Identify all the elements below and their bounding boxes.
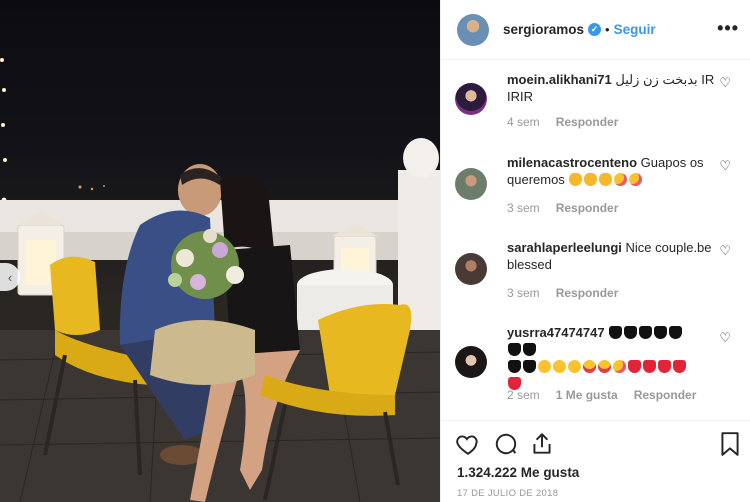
- like-comment-heart-icon[interactable]: ♡: [719, 75, 731, 91]
- comment-avatar[interactable]: [455, 83, 487, 115]
- comment-avatar[interactable]: [455, 168, 487, 200]
- reply-button[interactable]: Responder: [556, 286, 619, 300]
- comment-username[interactable]: milenacastrocenteno: [507, 155, 637, 170]
- comment-username[interactable]: yusrra47474747: [507, 325, 605, 340]
- more-options-icon[interactable]: •••: [717, 18, 739, 39]
- comment-meta: 3 sem Responder: [507, 201, 618, 215]
- heart-icon[interactable]: [455, 431, 481, 457]
- comment-text: moein.alikhani71 بدبخت زن زلیل IR IRIR: [507, 71, 717, 105]
- comment-likes[interactable]: 1 Me gusta: [556, 388, 618, 402]
- post-sidebar: sergioramos ✓ • Seguir ••• moein.alikhan…: [440, 0, 750, 502]
- comment-username[interactable]: moein.alikhani71: [507, 72, 612, 87]
- comment-text: milenacastrocenteno Guapos os queremos: [507, 154, 717, 188]
- bookmark-icon[interactable]: [719, 431, 741, 457]
- clap-emoji-icon: [568, 172, 643, 187]
- comment-age: 3 sem: [507, 286, 540, 300]
- comment-text: yusrra47474747: [507, 324, 697, 392]
- comment-meta: 2 sem 1 Me gusta Responder: [507, 388, 696, 402]
- post-date[interactable]: 17 DE JULIO DE 2018: [457, 488, 558, 499]
- header-separator: •: [605, 22, 610, 37]
- post-photo[interactable]: ‹: [0, 0, 440, 502]
- author-username[interactable]: sergioramos: [503, 22, 584, 37]
- photo-scene: [0, 58, 440, 502]
- comments-list[interactable]: moein.alikhani71 بدبخت زن زلیل IR IRIR 4…: [441, 61, 750, 419]
- comment-meta: 3 sem Responder: [507, 286, 618, 300]
- author-avatar[interactable]: [457, 13, 489, 46]
- like-comment-heart-icon[interactable]: ♡: [719, 330, 731, 346]
- post-actions: 1.324.222 Me gusta 17 DE JULIO DE 2018: [441, 420, 750, 502]
- comment-meta: 4 sem Responder: [507, 115, 618, 129]
- comment-age: 2 sem: [507, 388, 540, 402]
- follow-button[interactable]: Seguir: [614, 22, 656, 37]
- comment-age: 3 sem: [507, 201, 540, 215]
- like-comment-heart-icon[interactable]: ♡: [719, 243, 731, 259]
- like-comment-heart-icon[interactable]: ♡: [719, 158, 731, 174]
- comment-username[interactable]: sarahlaperleelungi: [507, 240, 622, 255]
- share-icon[interactable]: [529, 431, 555, 457]
- likes-count[interactable]: 1.324.222 Me gusta: [457, 465, 579, 480]
- reply-button[interactable]: Responder: [634, 388, 697, 402]
- verified-badge-icon: ✓: [588, 23, 602, 36]
- comment-text: sarahlaperleelungi Nice couple.be blesse…: [507, 239, 717, 273]
- comment-avatar[interactable]: [455, 346, 487, 378]
- post-header: sergioramos ✓ • Seguir •••: [441, 0, 750, 60]
- reply-button[interactable]: Responder: [556, 115, 619, 129]
- reply-button[interactable]: Responder: [556, 201, 619, 215]
- comment-age: 4 sem: [507, 115, 540, 129]
- comment-avatar[interactable]: [455, 253, 487, 285]
- comment-icon[interactable]: [493, 431, 519, 457]
